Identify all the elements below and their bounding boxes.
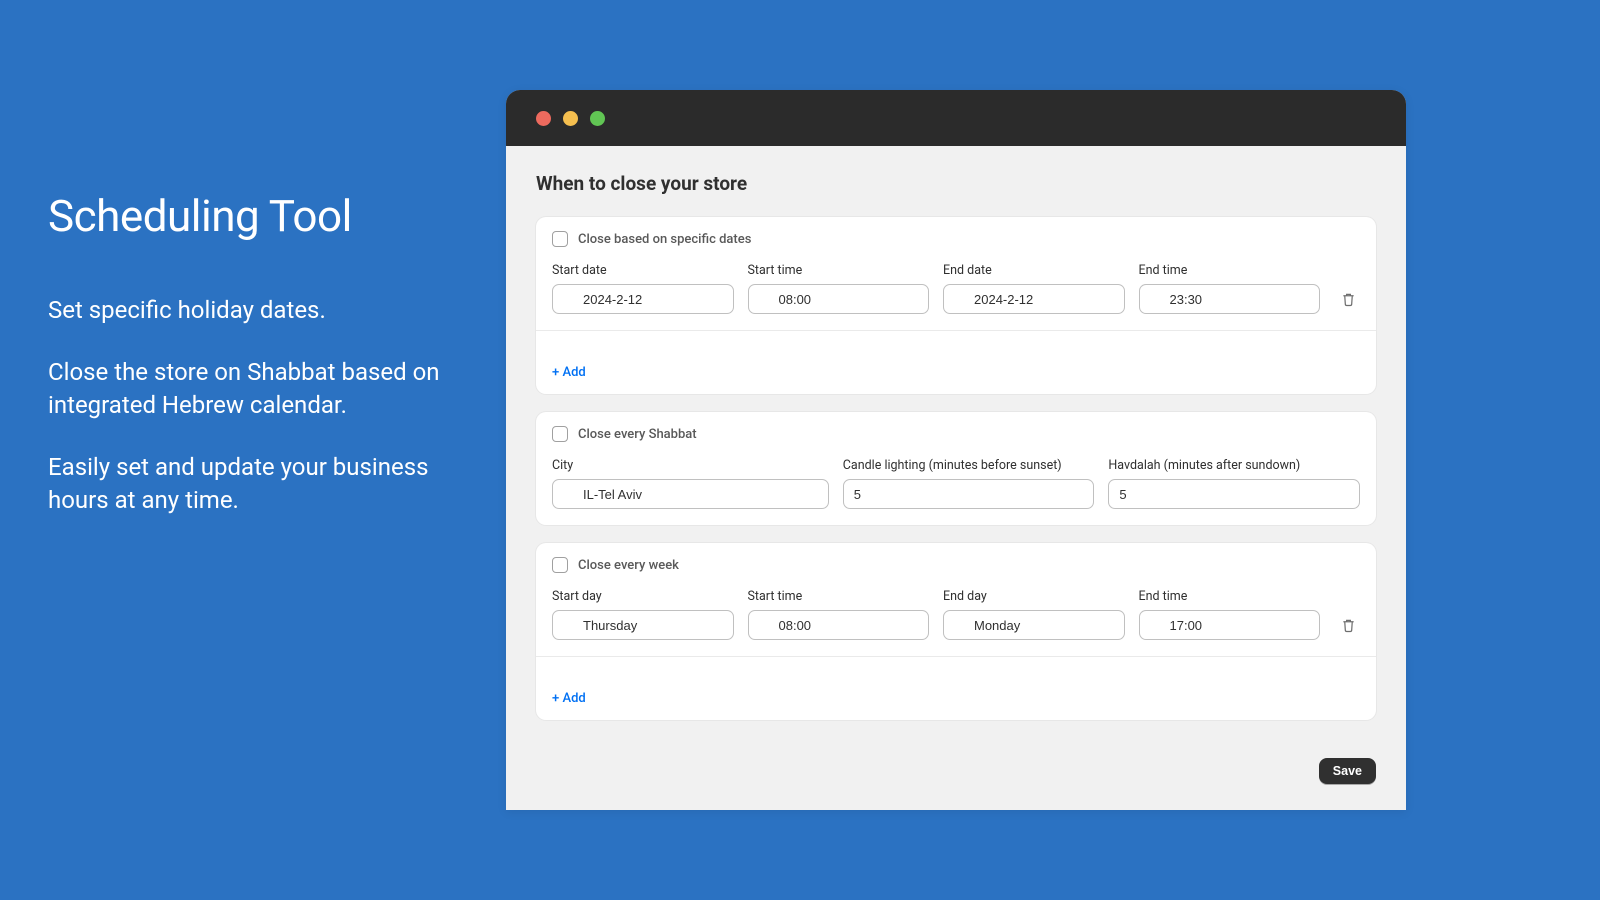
marketing-panel: Scheduling Tool Set specific holiday dat…	[48, 190, 478, 546]
start-time-field: Start time	[748, 263, 930, 314]
delete-weekly-row-button[interactable]	[1336, 610, 1360, 640]
window-maximize-icon[interactable]	[590, 111, 605, 126]
start-time-input[interactable]	[748, 284, 930, 314]
weekly-start-time-field: Start time	[748, 589, 930, 640]
city-input[interactable]	[552, 479, 829, 509]
shabbat-card: Close every Shabbat City Candle	[536, 412, 1376, 525]
marketing-title: Scheduling Tool	[48, 190, 478, 242]
end-time-label: End time	[1139, 263, 1321, 278]
start-time-label: Start time	[748, 263, 930, 278]
end-day-input[interactable]	[943, 610, 1125, 640]
shabbat-checkbox-label: Close every Shabbat	[578, 427, 697, 442]
end-time-input[interactable]	[1139, 284, 1321, 314]
add-weekly-button[interactable]: + Add	[552, 691, 586, 706]
end-time-field: End time	[1139, 263, 1321, 314]
start-day-label: Start day	[552, 589, 734, 604]
end-day-field: End day	[943, 589, 1125, 640]
candle-lighting-field: Candle lighting (minutes before sunset)	[843, 458, 1095, 509]
end-date-field: End date	[943, 263, 1125, 314]
shabbat-header: Close every Shabbat	[536, 412, 1376, 452]
start-date-field: Start date	[552, 263, 734, 314]
marketing-desc-3: Easily set and update your business hour…	[48, 451, 478, 516]
weekly-start-time-input[interactable]	[748, 610, 930, 640]
window-minimize-icon[interactable]	[563, 111, 578, 126]
weekly-end-time-input[interactable]	[1139, 610, 1321, 640]
start-day-input[interactable]	[552, 610, 734, 640]
havdalah-field: Havdalah (minutes after sundown)	[1108, 458, 1360, 509]
delete-date-row-button[interactable]	[1336, 284, 1360, 314]
specific-dates-checkbox[interactable]	[552, 231, 568, 247]
marketing-desc-1: Set specific holiday dates.	[48, 294, 478, 326]
weekly-start-time-label: Start time	[748, 589, 930, 604]
save-button[interactable]: Save	[1319, 758, 1376, 784]
end-date-input[interactable]	[943, 284, 1125, 314]
app-window: When to close your store Close based on …	[506, 90, 1406, 810]
start-date-label: Start date	[552, 263, 734, 278]
weekly-header: Close every week	[536, 543, 1376, 583]
specific-dates-checkbox-label: Close based on specific dates	[578, 232, 751, 247]
start-day-field: Start day	[552, 589, 734, 640]
window-titlebar	[506, 90, 1406, 146]
weekly-card: Close every week Start day Start	[536, 543, 1376, 720]
add-date-button[interactable]: + Add	[552, 365, 586, 380]
weekly-checkbox-label: Close every week	[578, 558, 679, 573]
city-label: City	[552, 458, 829, 473]
window-content: When to close your store Close based on …	[506, 146, 1406, 758]
weekly-end-time-label: End time	[1139, 589, 1321, 604]
havdalah-input[interactable]	[1108, 479, 1360, 509]
weekly-checkbox[interactable]	[552, 557, 568, 573]
shabbat-checkbox[interactable]	[552, 426, 568, 442]
end-day-label: End day	[943, 589, 1125, 604]
specific-dates-card: Close based on specific dates Start date	[536, 217, 1376, 394]
start-date-input[interactable]	[552, 284, 734, 314]
city-field: City	[552, 458, 829, 509]
weekly-end-time-field: End time	[1139, 589, 1321, 640]
end-date-label: End date	[943, 263, 1125, 278]
specific-dates-header: Close based on specific dates	[536, 217, 1376, 257]
page-title: When to close your store	[536, 172, 1376, 195]
marketing-desc-2: Close the store on Shabbat based on inte…	[48, 356, 478, 421]
candle-lighting-label: Candle lighting (minutes before sunset)	[843, 458, 1095, 473]
window-close-icon[interactable]	[536, 111, 551, 126]
havdalah-label: Havdalah (minutes after sundown)	[1108, 458, 1360, 473]
candle-lighting-input[interactable]	[843, 479, 1095, 509]
